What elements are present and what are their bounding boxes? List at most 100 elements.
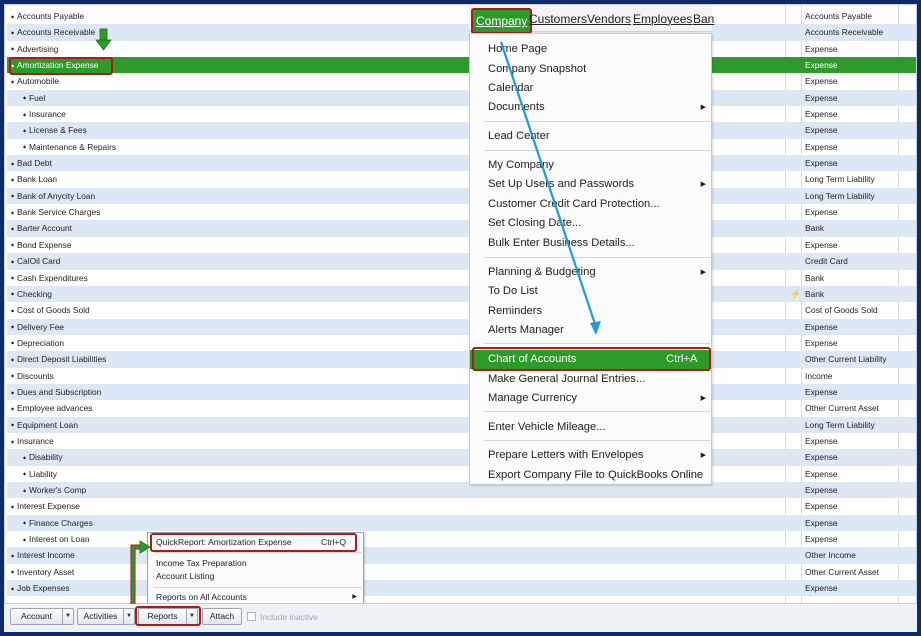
attach-button[interactable]: Attach xyxy=(202,608,242,625)
account-name: ◆ Automobile xyxy=(11,73,59,90)
company-menu-item[interactable]: Planning & Budgeting ▶ xyxy=(470,263,711,282)
company-menu-item[interactable]: Bulk Enter Business Details... xyxy=(470,234,711,253)
account-row[interactable]: ◆ Liability Expense xyxy=(7,466,916,482)
company-menu-item-label: To Do List xyxy=(488,285,538,297)
account-row[interactable]: ◆ Delivery Fee Expense xyxy=(7,318,916,335)
account-row[interactable]: ◆ Cost of Goods Sold Cost of Goods Sold xyxy=(7,302,916,319)
account-row[interactable]: ◆ Amortization Expense Expense xyxy=(7,57,916,74)
account-type: Expense xyxy=(805,125,838,136)
account-type: Credit Card xyxy=(805,256,848,267)
company-menu-item[interactable]: Home Page xyxy=(470,40,711,59)
company-menu-item-label: Enter Vehicle Mileage... xyxy=(488,421,606,433)
account-row[interactable]: ◆ Bank Loan Long Term Liability xyxy=(7,171,916,187)
account-row[interactable]: ◆ Inventory Asset Other Current Asset xyxy=(7,564,916,580)
account-row[interactable]: ◆ Employee advances Other Current Asset xyxy=(7,400,916,416)
account-name: ◆ Checking xyxy=(11,286,52,303)
account-name-text: Interest on Loan xyxy=(29,534,90,544)
reports-popup-menu: QuickReport: Amortization Expense Ctrl+Q… xyxy=(147,532,364,606)
account-row[interactable]: ◆ Accounts Payable Accounts Payable xyxy=(7,8,916,24)
company-menu-item[interactable]: Alerts Manager xyxy=(470,321,711,340)
account-row[interactable]: ◆ Depreciation Expense xyxy=(7,335,916,351)
account-row[interactable]: ◆ CalOil Card Credit Card xyxy=(7,253,916,270)
account-name-text: Employee advances xyxy=(17,403,93,414)
account-row[interactable]: ◆ Bad Debt Expense xyxy=(7,155,916,172)
account-row[interactable]: ◆ Bank of Anycity Loan Long Term Liability xyxy=(7,187,916,205)
account-row[interactable]: ◆ Fuel Expense xyxy=(7,89,916,107)
triangle-down-icon[interactable]: ▼ xyxy=(62,609,73,624)
account-row[interactable]: ◆ Discounts Income xyxy=(7,368,916,384)
menu-customers[interactable]: Customers xyxy=(529,12,587,26)
menu-employees[interactable]: Employees xyxy=(633,12,692,26)
account-name: ◆ Finance Charges xyxy=(23,515,93,532)
account-name-text: Cost of Goods Sold xyxy=(17,305,90,316)
account-button-label: Account xyxy=(20,611,53,621)
account-row[interactable]: ◆ Bank Service Charges Expense xyxy=(7,204,916,220)
account-type: Expense xyxy=(805,337,838,348)
account-name-text: Inventory Asset xyxy=(17,566,75,577)
account-row[interactable]: ◆ Cash Expenditures Bank xyxy=(7,270,916,286)
account-button[interactable]: Account ▼ xyxy=(10,608,74,625)
triangle-right-icon: ▶ xyxy=(700,452,706,459)
account-type: Other Current Asset xyxy=(805,403,880,414)
account-row[interactable]: ◆ Interest Expense Expense xyxy=(7,498,916,514)
company-menu-item[interactable]: Documents ▶ xyxy=(470,98,711,117)
account-row[interactable]: ◆ Direct Deposit Liabilities Other Current… xyxy=(7,351,916,368)
company-menu-item[interactable]: Lead Center xyxy=(470,127,711,146)
account-row[interactable]: ◆ Equipment Loan Long Term Liability xyxy=(7,416,916,433)
quickreport-item[interactable]: QuickReport: Amortization Expense Ctrl+Q xyxy=(148,536,363,549)
reports-button[interactable]: Reports ▼ xyxy=(138,608,198,625)
activities-button[interactable]: Activities ▼ xyxy=(77,608,135,625)
menu-separator xyxy=(154,552,362,553)
company-menu-item-label: Bulk Enter Business Details... xyxy=(488,237,635,249)
account-row[interactable]: ◆ Accounts Receivable Accounts Receivable xyxy=(7,24,916,41)
company-menu-item[interactable]: Reminders xyxy=(470,302,711,321)
company-menu-item[interactable]: To Do List xyxy=(470,282,711,301)
account-row[interactable]: ◆ Dues and Subscription Expense xyxy=(7,383,916,401)
company-menu-item[interactable]: Enter Vehicle Mileage... xyxy=(470,418,711,437)
account-type: Cost of Goods Sold xyxy=(805,305,878,316)
account-row[interactable]: ◆ Interest Income Other Income xyxy=(7,547,916,564)
menu-company[interactable]: Company xyxy=(471,8,533,34)
account-row[interactable]: ◆ Finance Charges Expense xyxy=(7,514,916,532)
account-name-text: Barter Account xyxy=(17,223,72,234)
income-tax-item[interactable]: Income Tax Preparation xyxy=(148,557,363,570)
account-type: Accounts Payable xyxy=(805,11,873,21)
account-row[interactable]: ◆ Insurance Expense xyxy=(7,433,916,449)
account-row[interactable]: ◆ Advertising Expense xyxy=(7,41,916,57)
account-row[interactable]: ◆ Barter Account Bank xyxy=(7,220,916,237)
include-inactive-checkbox[interactable] xyxy=(247,612,256,621)
account-row[interactable]: ◆ Worker's Comp Expense xyxy=(7,481,916,499)
reports-button-label: Reports xyxy=(147,611,178,621)
triangle-down-icon[interactable]: ▼ xyxy=(186,609,197,624)
company-menu-item[interactable]: My Company xyxy=(470,156,711,175)
account-name: ◆ Worker's Comp xyxy=(23,482,86,499)
menu-vendors[interactable]: Vendors xyxy=(587,12,631,26)
account-row[interactable]: ◆ Job Expenses Expense xyxy=(7,580,916,597)
account-name-text: Accounts Receivable xyxy=(17,27,96,38)
company-menu-item[interactable]: Export Company File to QuickBooks Online xyxy=(470,466,711,485)
account-row[interactable]: ◆ Checking ⚡ Bank xyxy=(7,285,916,303)
company-menu-item[interactable]: Manage Currency ▶ xyxy=(470,389,711,408)
account-row[interactable]: ◆ Disability Expense xyxy=(7,449,916,466)
account-row[interactable]: ◆ Automobile Expense xyxy=(7,73,916,90)
triangle-down-icon[interactable]: ▼ xyxy=(123,609,134,624)
company-menu-item[interactable]: Prepare Letters with Envelopes ▶ xyxy=(470,446,711,465)
account-row[interactable]: ◆ Maintenance & Repairs Expense xyxy=(7,139,916,155)
company-menu-item[interactable]: Make General Journal Entries... xyxy=(470,370,711,389)
company-menu-item[interactable]: Chart of Accounts Ctrl+A xyxy=(470,350,711,369)
company-menu-item[interactable]: Calendar xyxy=(470,79,711,98)
account-row[interactable]: ◆ License & Fees Expense xyxy=(7,122,916,139)
menu-separator xyxy=(484,121,710,122)
account-row[interactable]: ◆ Interest on Loan Expense xyxy=(7,531,916,547)
company-menu-item[interactable]: Customer Credit Card Protection... xyxy=(470,195,711,214)
account-row[interactable]: ◆ Insurance Expense xyxy=(7,106,916,122)
account-name: ◆ Cost of Goods Sold xyxy=(11,302,90,319)
company-menu-item[interactable]: Set Up Users and Passwords ▶ xyxy=(470,175,711,194)
menu-banking[interactable]: Ban xyxy=(693,12,714,26)
company-menu-item[interactable]: Set Closing Date... xyxy=(470,214,711,233)
account-row[interactable]: ◆ Bond Expense Expense xyxy=(7,237,916,253)
account-name-text: Delivery Fee xyxy=(17,321,65,332)
account-listing-item[interactable]: Account Listing xyxy=(148,570,363,583)
triangle-right-icon: ▶ xyxy=(700,269,706,276)
company-menu-item[interactable]: Company Snapshot xyxy=(470,60,711,79)
